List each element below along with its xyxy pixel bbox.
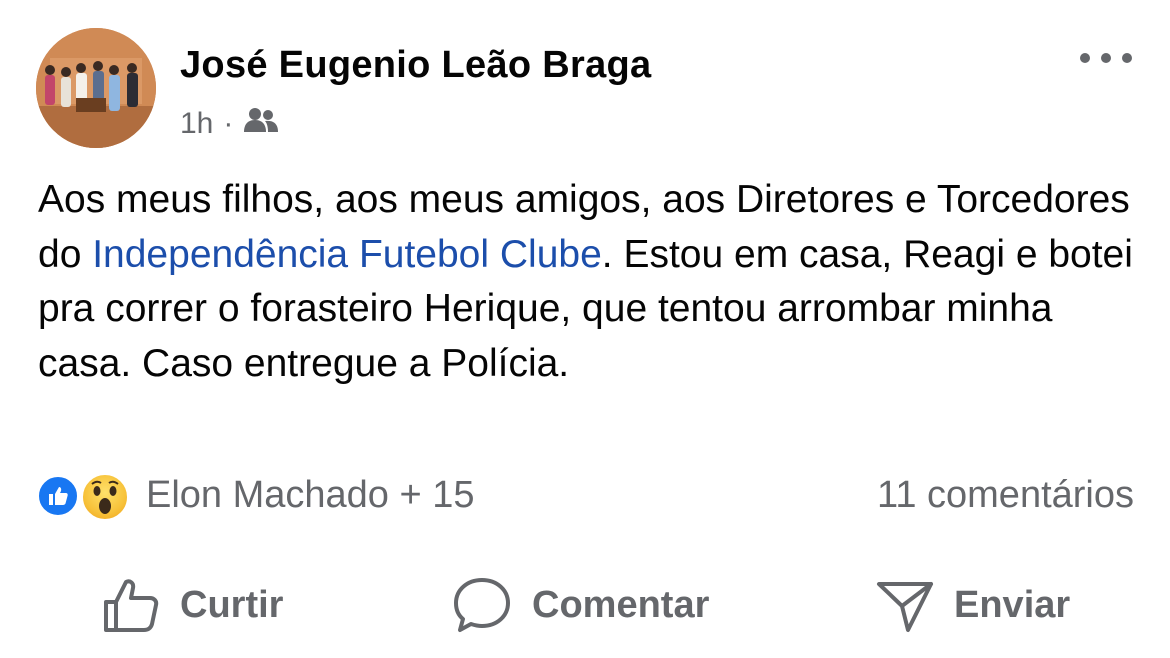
author-avatar[interactable] xyxy=(36,28,156,148)
more-dot-icon xyxy=(1080,53,1090,63)
page-link[interactable]: Independência Futebol Clube xyxy=(92,233,602,276)
like-label: Curtir xyxy=(180,583,284,626)
wow-reaction-icon xyxy=(80,472,130,522)
more-dot-icon xyxy=(1101,53,1111,63)
post-meta: 1h · xyxy=(180,106,279,142)
avatar-photo xyxy=(36,28,156,148)
reaction-names[interactable]: Elon Machado + 15 xyxy=(146,474,475,517)
reactions-bar: Elon Machado + 15 11 comentários xyxy=(36,468,1134,522)
post-time[interactable]: 1h xyxy=(180,107,213,141)
meta-separator: · xyxy=(223,107,234,140)
send-button[interactable]: Enviar xyxy=(876,570,1070,640)
comments-count[interactable]: 11 comentários xyxy=(877,474,1134,517)
more-dot-icon xyxy=(1122,53,1132,63)
thumbs-up-icon xyxy=(104,579,159,632)
post-text: Aos meus filhos, aos meus amigos, aos Di… xyxy=(38,173,1138,391)
send-label: Enviar xyxy=(954,583,1071,626)
like-button[interactable]: Curtir xyxy=(102,570,283,640)
reaction-icons[interactable] xyxy=(36,472,136,522)
author-name[interactable]: José Eugenio Leão Braga xyxy=(180,44,651,87)
more-options-button[interactable] xyxy=(1080,38,1132,78)
comment-button[interactable]: Comentar xyxy=(452,570,709,640)
like-reaction-icon xyxy=(36,474,80,518)
send-icon xyxy=(877,582,933,632)
action-bar: Curtir Comentar Enviar xyxy=(0,560,1170,650)
comment-bubble-icon xyxy=(454,578,510,632)
comment-label: Comentar xyxy=(532,583,710,626)
post-header: José Eugenio Leão Braga 1h · xyxy=(0,0,1170,160)
friends-icon xyxy=(243,106,279,142)
